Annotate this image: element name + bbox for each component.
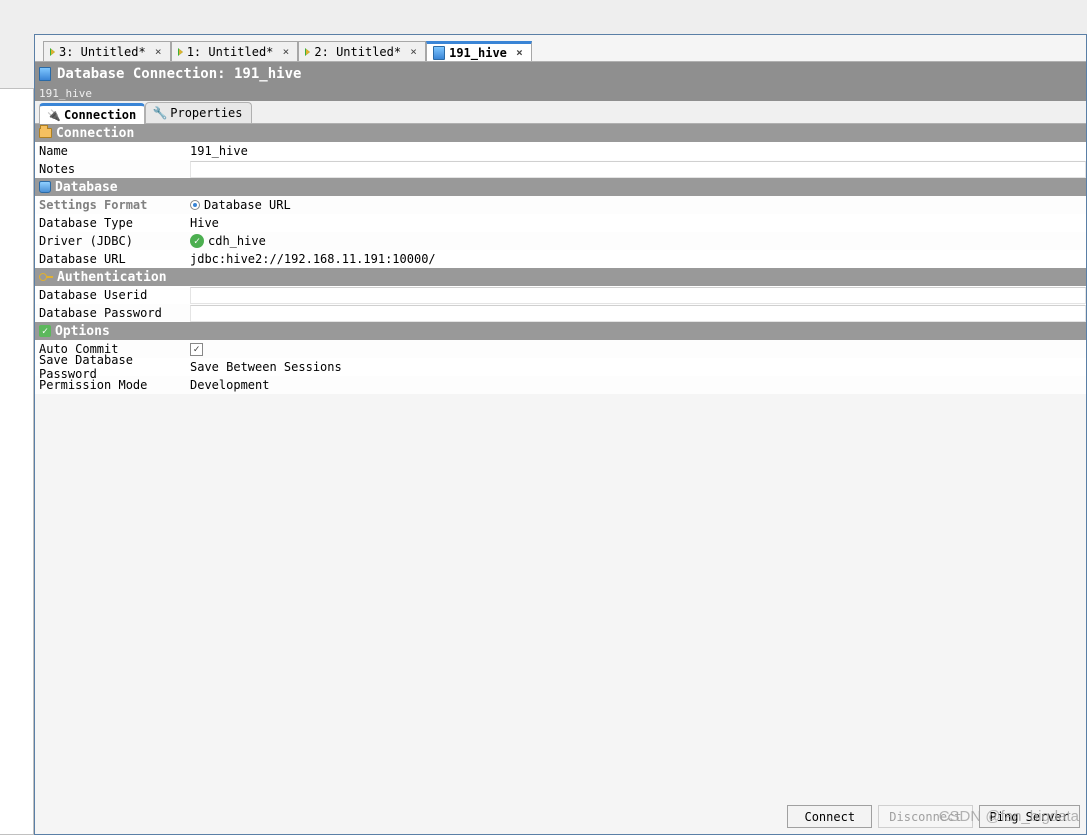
file-tab-2-untitled[interactable]: 2: Untitled* × bbox=[298, 41, 426, 61]
button-bar: Connect Disconnect Ping Server bbox=[787, 805, 1080, 828]
section-header-connection: Connection bbox=[35, 124, 1086, 142]
checkbox-header-icon: ✓ bbox=[39, 325, 51, 337]
driver-name: cdh_hive bbox=[208, 234, 266, 248]
file-tab-3-untitled[interactable]: 3: Untitled* × bbox=[43, 41, 171, 61]
close-icon[interactable]: × bbox=[153, 46, 164, 57]
value-permission-mode[interactable]: Development bbox=[190, 378, 1086, 392]
row-userid: Database Userid bbox=[35, 286, 1086, 304]
editor-frame: 3: Untitled* × 1: Untitled* × 2: Untitle… bbox=[34, 34, 1087, 835]
tab-properties-label: Properties bbox=[170, 106, 242, 120]
label-driver: Driver (JDBC) bbox=[35, 234, 190, 248]
file-tab-1-untitled[interactable]: 1: Untitled* × bbox=[171, 41, 299, 61]
inner-tab-bar: 🔌 Connection 🔧 Properties bbox=[35, 101, 1086, 124]
sql-run-icon bbox=[50, 48, 55, 56]
file-tab-191-hive[interactable]: 191_hive × bbox=[426, 41, 532, 61]
row-database-type: Database Type Hive bbox=[35, 214, 1086, 232]
value-auto-commit[interactable]: ✓ bbox=[190, 343, 1086, 356]
value-settings-format[interactable]: Database URL bbox=[190, 198, 1086, 212]
radio-selected-icon bbox=[190, 200, 200, 210]
checkbox-auto-commit[interactable]: ✓ bbox=[190, 343, 203, 356]
wrench-icon: 🔧 bbox=[154, 107, 166, 119]
connect-button[interactable]: Connect bbox=[787, 805, 872, 828]
value-database-type[interactable]: Hive bbox=[190, 216, 1086, 230]
close-icon[interactable]: × bbox=[280, 46, 291, 57]
connection-form: Connection Name 191_hive Notes Database … bbox=[35, 124, 1086, 394]
tab-properties[interactable]: 🔧 Properties bbox=[145, 102, 251, 123]
file-tab-label: 3: Untitled* bbox=[59, 45, 146, 59]
row-password: Database Password bbox=[35, 304, 1086, 322]
row-auto-commit: Auto Commit ✓ bbox=[35, 340, 1086, 358]
input-password[interactable] bbox=[190, 305, 1086, 322]
breadcrumb: 191_hive bbox=[35, 85, 1086, 101]
section-header-label: Connection bbox=[56, 126, 134, 141]
settings-format-text: Database URL bbox=[204, 198, 291, 212]
value-save-password[interactable]: Save Between Sessions bbox=[190, 360, 1086, 374]
driver-ok-icon: ✓ bbox=[190, 234, 204, 248]
file-tab-label: 1: Untitled* bbox=[187, 45, 274, 59]
value-database-url[interactable]: jdbc:hive2://192.168.11.191:10000/ bbox=[190, 252, 1086, 266]
input-notes[interactable] bbox=[190, 161, 1086, 178]
file-tab-label: 191_hive bbox=[449, 46, 507, 60]
row-driver: Driver (JDBC) ✓ cdh_hive bbox=[35, 232, 1086, 250]
section-header-label: Database bbox=[55, 180, 118, 195]
label-settings-format: Settings Format bbox=[35, 198, 190, 212]
panel-title: Database Connection: 191_hive bbox=[57, 66, 301, 82]
ping-server-button[interactable]: Ping Server bbox=[979, 805, 1080, 828]
value-driver[interactable]: ✓ cdh_hive bbox=[190, 234, 1086, 248]
sql-run-icon bbox=[305, 48, 310, 56]
row-name: Name 191_hive bbox=[35, 142, 1086, 160]
label-database-url: Database URL bbox=[35, 252, 190, 266]
database-icon bbox=[39, 67, 51, 81]
file-tab-label: 2: Untitled* bbox=[314, 45, 401, 59]
left-panel-stub bbox=[0, 88, 34, 835]
label-database-type: Database Type bbox=[35, 216, 190, 230]
label-password: Database Password bbox=[35, 306, 190, 320]
folder-icon bbox=[39, 128, 52, 138]
close-icon[interactable]: × bbox=[408, 46, 419, 57]
disconnect-button: Disconnect bbox=[878, 805, 972, 828]
database-cylinder-icon bbox=[39, 181, 51, 193]
key-icon bbox=[39, 273, 53, 281]
label-name: Name bbox=[35, 144, 190, 158]
row-save-password: Save Database Password Save Between Sess… bbox=[35, 358, 1086, 376]
sql-run-icon bbox=[178, 48, 183, 56]
section-header-database: Database bbox=[35, 178, 1086, 196]
row-settings-format: Settings Format Database URL bbox=[35, 196, 1086, 214]
label-save-password: Save Database Password bbox=[35, 353, 190, 381]
breadcrumb-text: 191_hive bbox=[39, 87, 92, 100]
section-header-options: ✓ Options bbox=[35, 322, 1086, 340]
panel-title-bar: Database Connection: 191_hive bbox=[35, 62, 1086, 85]
section-header-label: Options bbox=[55, 324, 110, 339]
section-header-label: Authentication bbox=[57, 270, 167, 285]
database-file-icon bbox=[433, 46, 445, 60]
tab-connection[interactable]: 🔌 Connection bbox=[39, 103, 145, 124]
label-notes: Notes bbox=[35, 162, 190, 176]
row-database-url: Database URL jdbc:hive2://192.168.11.191… bbox=[35, 250, 1086, 268]
file-tab-bar: 3: Untitled* × 1: Untitled* × 2: Untitle… bbox=[43, 39, 1086, 61]
value-name[interactable]: 191_hive bbox=[190, 144, 1086, 158]
plug-icon: 🔌 bbox=[48, 109, 60, 121]
close-icon[interactable]: × bbox=[514, 47, 525, 58]
label-permission-mode: Permission Mode bbox=[35, 378, 190, 392]
row-permission-mode: Permission Mode Development bbox=[35, 376, 1086, 394]
input-userid[interactable] bbox=[190, 287, 1086, 304]
tab-connection-label: Connection bbox=[64, 108, 136, 122]
section-header-auth: Authentication bbox=[35, 268, 1086, 286]
label-userid: Database Userid bbox=[35, 288, 190, 302]
row-notes: Notes bbox=[35, 160, 1086, 178]
